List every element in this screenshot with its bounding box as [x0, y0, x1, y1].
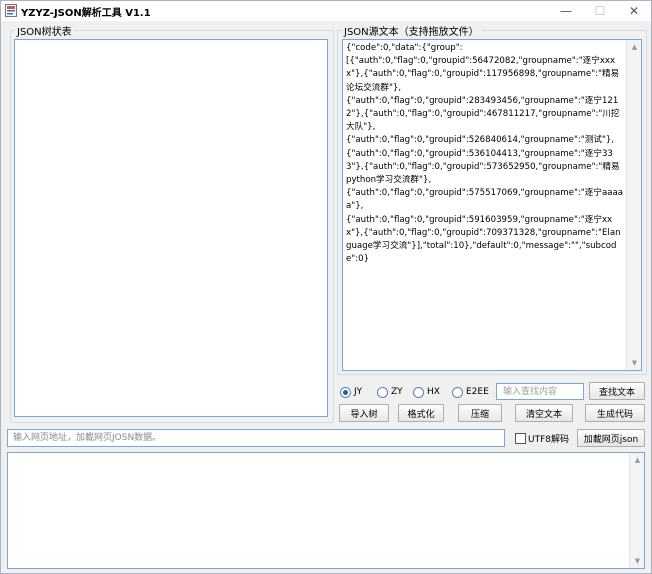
find-text-button[interactable]: 查找文本	[589, 382, 645, 400]
radio-hx-label: HX	[427, 387, 440, 397]
json-tree-view[interactable]	[14, 39, 328, 417]
utf8-checkbox-label: UTF8解码	[528, 434, 569, 445]
json-source-textarea[interactable]: {"code":0,"data":{"group": [{"auth":0,"f…	[342, 39, 642, 371]
import-tree-button[interactable]: 导入树	[339, 404, 389, 422]
json-source-text: {"code":0,"data":{"group": [{"auth":0,"f…	[346, 43, 624, 265]
generate-code-button[interactable]: 生成代码	[585, 404, 645, 422]
utf8-decode-checkbox[interactable]: UTF8解码	[515, 431, 569, 445]
search-input[interactable]	[496, 383, 584, 400]
format-button[interactable]: 格式化	[398, 404, 444, 422]
radio-e2ee[interactable]: E2EE	[452, 385, 489, 399]
output-textarea[interactable]: ▲ ▼	[7, 452, 645, 569]
app-window: YZYZ-JSON解析工具 V1.1 — ☐ ✕ JSON树状表 JSON源文本…	[0, 0, 652, 574]
load-webpage-json-button[interactable]: 加載网页json	[577, 429, 645, 447]
radio-e2ee-label: E2EE	[466, 387, 489, 397]
url-input[interactable]	[7, 429, 505, 447]
source-scrollbar[interactable]: ▲ ▼	[626, 40, 641, 370]
output-scroll-down-arrow-icon[interactable]: ▼	[630, 554, 645, 568]
output-scrollbar[interactable]: ▲ ▼	[629, 453, 644, 568]
radio-zy-label: ZY	[391, 387, 403, 397]
radio-zy[interactable]: ZY	[377, 385, 403, 399]
source-panel-legend: JSON源文本（支持拖放文件）	[344, 27, 479, 38]
scroll-down-arrow-icon[interactable]: ▼	[627, 356, 641, 370]
tree-panel-legend: JSON树状表	[17, 27, 72, 38]
radio-jy[interactable]: JY	[340, 385, 362, 399]
clear-text-button[interactable]: 清空文本	[515, 404, 573, 422]
close-icon: ✕	[628, 4, 640, 18]
scroll-up-arrow-icon[interactable]: ▲	[627, 40, 641, 54]
compress-button[interactable]: 压缩	[458, 404, 502, 422]
radio-jy-indicator[interactable]	[340, 386, 351, 398]
utf8-checkbox-box[interactable]	[515, 432, 526, 444]
maximize-button[interactable]: ☐	[583, 1, 617, 21]
radio-jy-label: JY	[354, 387, 363, 397]
radio-e2ee-indicator[interactable]	[452, 386, 463, 398]
close-button[interactable]: ✕	[617, 1, 651, 21]
app-logo-icon	[5, 4, 17, 17]
title-bar[interactable]: YZYZ-JSON解析工具 V1.1 — ☐ ✕	[1, 1, 651, 21]
minimize-button[interactable]: —	[549, 1, 583, 21]
radio-hx-indicator[interactable]	[413, 386, 424, 398]
radio-hx[interactable]: HX	[413, 385, 440, 399]
radio-zy-indicator[interactable]	[377, 386, 388, 398]
maximize-icon: ☐	[594, 4, 606, 18]
output-scroll-up-arrow-icon[interactable]: ▲	[630, 453, 645, 467]
minimize-icon: —	[560, 4, 572, 18]
window-title: YZYZ-JSON解析工具 V1.1	[21, 8, 151, 19]
